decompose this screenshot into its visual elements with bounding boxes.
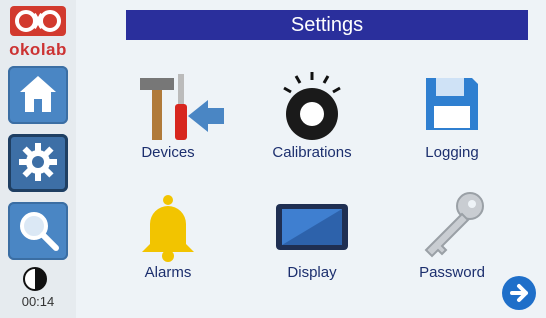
alarms-label: Alarms (144, 264, 192, 281)
brand-name: okolab (9, 40, 67, 59)
calibrations-label: Calibrations (272, 144, 352, 161)
bell-icon (142, 195, 194, 262)
display-button[interactable]: Display (252, 186, 372, 316)
next-page-button[interactable] (502, 276, 536, 310)
knob-icon (283, 72, 341, 140)
devices-label: Devices (141, 144, 195, 161)
logging-button[interactable]: Logging (392, 60, 512, 190)
devices-button[interactable]: Devices (108, 60, 228, 190)
home-icon (20, 76, 56, 112)
arrow-right-icon (510, 284, 528, 302)
floppy-icon (426, 78, 478, 130)
settings-screen: okolab 00:14 Settings Devices Calibratio… (0, 0, 546, 318)
tablet-icon (276, 204, 348, 250)
key-icon (424, 192, 484, 258)
contrast-icon[interactable] (22, 266, 48, 292)
gear-icon (19, 143, 57, 181)
magnifier-icon (20, 212, 59, 251)
okolab-logo: okolab (4, 4, 72, 60)
alarms-button[interactable]: Alarms (108, 186, 228, 316)
sidebar-item-search[interactable] (8, 202, 68, 260)
sidebar-item-settings[interactable] (8, 134, 68, 192)
page-title: Settings (126, 10, 528, 40)
clock-time: 00:14 (21, 294, 55, 309)
sidebar: okolab 00:14 (0, 0, 76, 318)
tools-icon (140, 74, 224, 140)
password-label: Password (419, 264, 485, 281)
display-label: Display (287, 264, 337, 281)
logging-label: Logging (425, 144, 479, 161)
calibrations-button[interactable]: Calibrations (252, 60, 372, 190)
sidebar-item-home[interactable] (8, 66, 68, 124)
password-button[interactable]: Password (392, 186, 512, 316)
